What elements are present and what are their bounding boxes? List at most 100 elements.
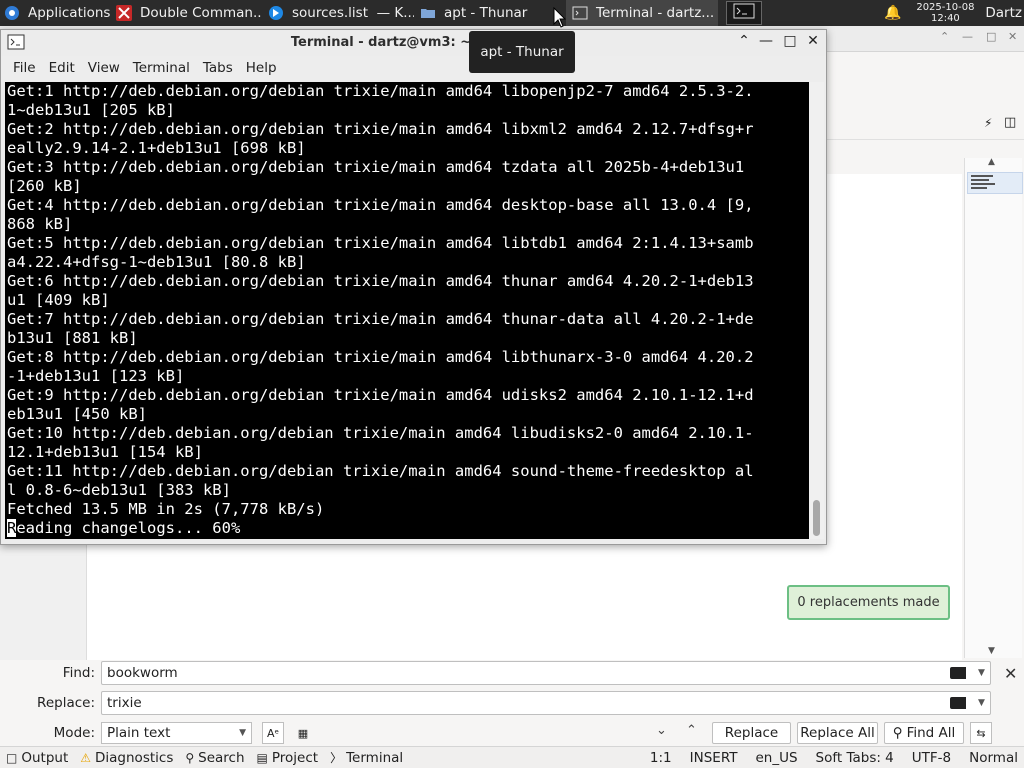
scroll-up-icon[interactable]: ▲ — [988, 157, 995, 167]
replace-history-dropdown-icon[interactable]: ▼ — [978, 698, 985, 708]
terminal-titlebar[interactable]: Terminal - dartz@vm3: ~ ⌃ — □ ✕ — [1, 30, 826, 56]
replace-all-button[interactable]: Replace All — [797, 722, 878, 744]
selection-only-button[interactable]: ▦ — [292, 722, 314, 744]
terminal-minimize-icon[interactable]: — — [757, 33, 775, 49]
editor-maximize-icon[interactable]: □ — [986, 30, 996, 43]
find-next-icon[interactable]: ⌄ — [656, 723, 667, 738]
language[interactable]: en_US — [755, 750, 797, 766]
menu-file[interactable]: File — [13, 60, 36, 76]
terminal-maximize-icon[interactable]: □ — [781, 33, 799, 49]
terminal-line: eb13u1 [450 kB] — [7, 405, 147, 423]
terminal-line: -1+deb13u1 [123 kB] — [7, 367, 185, 385]
terminal-line: Get:7 http://deb.debian.org/debian trixi… — [7, 310, 754, 328]
terminal-scrollbar-thumb[interactable] — [813, 500, 820, 536]
terminal-line: Get:1 http://deb.debian.org/debian trixi… — [7, 82, 754, 100]
diagnostics-tab[interactable]: ⚠ Diagnostics — [80, 750, 173, 766]
project-tab[interactable]: ▤ Project — [257, 750, 319, 766]
xfce-logo-icon — [4, 5, 20, 21]
output-tab[interactable]: □ Output — [6, 750, 68, 766]
task-label: apt - Thunar — [444, 5, 528, 21]
terminal-tab[interactable]: 〉 Terminal — [330, 749, 403, 766]
task-kate-sources-list[interactable]: sources.list — K... — [262, 0, 414, 26]
selection-only-icon: ▦ — [297, 726, 309, 740]
terminal-shade-icon[interactable]: ⌃ — [735, 33, 753, 49]
task-thunar[interactable]: apt - Thunar — [414, 0, 566, 26]
search-icon: ⚲ — [892, 725, 903, 741]
mode-select[interactable]: Plain text ▼ — [101, 722, 252, 744]
output-label: Output — [21, 749, 69, 766]
find-previous-icon[interactable]: ⌃ — [686, 723, 697, 738]
clear-find-icon[interactable] — [950, 667, 966, 679]
menu-terminal[interactable]: Terminal — [133, 60, 190, 76]
replace-label: Replace: — [37, 695, 95, 711]
terminal-line: Get:8 http://deb.debian.org/debian trixi… — [7, 348, 754, 366]
terminal-line: Get:10 http://deb.debian.org/debian trix… — [7, 424, 754, 442]
terminal-line: Get:2 http://deb.debian.org/debian trixi… — [7, 120, 754, 138]
terminal-scrollbar[interactable] — [809, 82, 824, 539]
task-terminal[interactable]: Terminal - dartz... — [566, 0, 718, 26]
terminal-title: Terminal - dartz@vm3: ~ — [290, 35, 472, 50]
terminal-icon: 〉 — [330, 751, 343, 765]
notification-bell-icon[interactable]: 🔔 — [884, 5, 901, 21]
replacements-toast: 0 replacements made — [787, 585, 950, 620]
syntax-mode[interactable]: Normal — [969, 750, 1018, 766]
terminal-current-line: Reading changelogs... 60% — [7, 519, 809, 538]
terminal-line: Get:11 http://deb.debian.org/debian trix… — [7, 462, 754, 480]
replace-button[interactable]: Replace — [712, 722, 791, 744]
output-icon: □ — [6, 750, 18, 765]
editor-minimize-icon[interactable]: — — [962, 30, 973, 43]
diagnostics-label: Diagnostics — [95, 749, 174, 766]
applications-menu[interactable]: Applications — [0, 0, 110, 26]
match-case-button[interactable]: Aᵉ — [262, 722, 284, 744]
search-label: Search — [198, 749, 245, 766]
editor-chevron-up-icon[interactable]: ⌃ — [940, 30, 949, 43]
editor-minimap[interactable] — [964, 158, 1023, 658]
match-case-icon: Aᵉ — [266, 726, 280, 740]
panel-tray: 🔔 2025-10-08 12:40 Dartz — [884, 0, 1024, 26]
mode-value: Plain text — [107, 725, 171, 741]
menu-view[interactable]: View — [88, 60, 120, 76]
cursor-position[interactable]: 1:1 — [650, 750, 672, 766]
encoding[interactable]: UTF-8 — [912, 750, 951, 766]
split-view-icon[interactable]: ◫ — [1004, 115, 1016, 130]
search-options-button[interactable]: ⇆ — [970, 722, 992, 744]
close-find-bar-icon[interactable]: ✕ — [1004, 664, 1017, 683]
terminal-line: Fetched 13.5 MB in 2s (7,778 kB/s) — [7, 500, 325, 518]
flash-icon[interactable]: ⚡ — [984, 116, 992, 130]
terminal-line: 868 kB] — [7, 215, 73, 233]
clock[interactable]: 2025-10-08 12:40 — [913, 2, 977, 24]
editor-close-icon[interactable]: ✕ — [1008, 30, 1017, 43]
terminal-output[interactable]: Get:1 http://deb.debian.org/debian trixi… — [5, 82, 809, 539]
find-all-button[interactable]: ⚲ Find All — [884, 722, 964, 744]
terminal-line: l 0.8-6~deb13u1 [383 kB] — [7, 481, 231, 499]
terminal-cursor: R — [7, 519, 17, 537]
editor-toolbar: ⚡ ◫ — [826, 110, 1024, 140]
terminal-window: Terminal - dartz@vm3: ~ ⌃ — □ ✕ File Edi… — [0, 29, 827, 545]
terminal-line: u1 [409 kB] — [7, 291, 110, 309]
menu-help[interactable]: Help — [246, 60, 277, 76]
options-icon: ⇆ — [976, 726, 986, 740]
double-commander-icon — [116, 5, 132, 21]
terminal-progress-text: eading changelogs... 60% — [16, 519, 241, 537]
applications-label: Applications — [28, 5, 110, 21]
folder-icon — [420, 5, 436, 21]
menu-edit[interactable]: Edit — [49, 60, 75, 76]
search-tab[interactable]: ⚲ Search — [185, 750, 244, 766]
clear-replace-icon[interactable] — [950, 697, 966, 709]
terminal-close-icon[interactable]: ✕ — [804, 33, 822, 49]
find-input[interactable]: bookworm — [101, 661, 991, 685]
task-double-commander[interactable]: Double Comman... — [110, 0, 262, 26]
find-label: Find: — [62, 665, 95, 681]
replace-input[interactable]: trixie — [101, 691, 991, 715]
terminal-line: 1~deb13u1 [205 kB] — [7, 101, 175, 119]
scroll-down-icon[interactable]: ▼ — [988, 646, 995, 656]
menu-tabs[interactable]: Tabs — [203, 60, 233, 76]
terminal-line: a4.22.4+dfsg-1~deb13u1 [80.8 kB] — [7, 253, 306, 271]
clock-time: 12:40 — [930, 13, 960, 24]
kate-icon — [268, 5, 284, 21]
terminal-launcher[interactable] — [726, 1, 762, 25]
indentation[interactable]: Soft Tabs: 4 — [816, 750, 894, 766]
find-history-dropdown-icon[interactable]: ▼ — [978, 668, 985, 678]
user-menu[interactable]: Dartz — [985, 5, 1022, 21]
input-mode[interactable]: INSERT — [690, 750, 738, 766]
